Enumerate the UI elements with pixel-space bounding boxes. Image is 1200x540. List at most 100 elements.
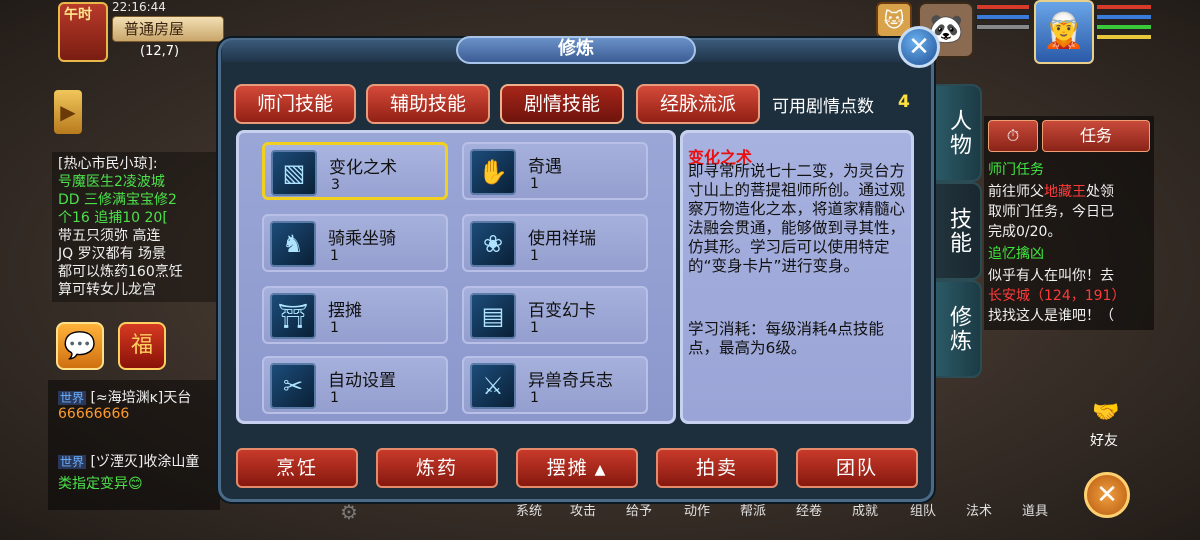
tab-character[interactable]: 人物 — [934, 84, 982, 182]
quest-title[interactable]: 追忆擒凶 — [988, 244, 1044, 264]
skill-level: 1 — [530, 248, 539, 264]
quest-title[interactable]: 师门任务 — [988, 160, 1044, 180]
tab-skills[interactable]: 技能 — [934, 182, 982, 280]
chevron-up-icon: ▲ — [594, 462, 608, 478]
skill-auspicious[interactable]: ❀ 使用祥瑞 1 — [462, 214, 648, 272]
room-coords: (12,7) — [140, 44, 180, 59]
skill-name: 摆摊 — [328, 301, 362, 321]
menu-item-give[interactable]: 给予 — [626, 500, 652, 519]
menu-item-guild[interactable]: 帮派 — [740, 500, 766, 519]
skill-riding[interactable]: ♞ 骑乘坐骑 1 — [262, 214, 448, 272]
skill-stall[interactable]: ⛩ 摆摊 1 — [262, 286, 448, 344]
quest-location-link[interactable]: 长安城（124，191） — [988, 286, 1125, 306]
skill-name: 奇遇 — [528, 157, 562, 177]
sword-icon: ⚔ — [470, 363, 516, 409]
auction-button[interactable]: 拍卖 — [656, 448, 778, 488]
menu-item-spell[interactable]: 法术 — [966, 500, 992, 519]
gear-icon[interactable]: ⚙ — [340, 500, 358, 524]
hand-icon: ✋ — [470, 149, 516, 195]
stall-button-label: 摆摊 — [546, 457, 589, 479]
world-channel-tag: 世界 — [58, 455, 87, 469]
world-chat-text: 类指定变异😊 — [58, 476, 143, 492]
clock-label: 22:16:44 — [112, 0, 166, 14]
tab-cultivation[interactable]: 修炼 — [934, 280, 982, 378]
description-body: 即寻常所说七十二变，为灵台方寸山上的菩提祖师所创。通过观察万物造化之本，将道家精… — [688, 162, 906, 275]
transformation-icon: ▧ — [271, 150, 317, 196]
room-name: 普通房屋 — [124, 20, 185, 38]
close-menu-icon[interactable]: ✕ — [1084, 472, 1130, 518]
stall-button[interactable]: 摆摊 ▲ — [516, 448, 638, 488]
world-chat-user[interactable]: [≈海培渊ĸ]天台 — [90, 390, 191, 406]
fortune-icon[interactable]: 福 — [118, 322, 166, 370]
world-chat-message: 世界 [≈海培渊ĸ]天台 — [58, 390, 191, 406]
quest-text: 完成0/20。 — [988, 224, 1062, 240]
skill-beast-weapons[interactable]: ⚔ 异兽奇兵志 1 — [462, 356, 648, 414]
quest-text: 找找这人是谁吧！（ — [988, 308, 1114, 324]
tab-meridian[interactable]: 经脉流派 — [636, 84, 760, 124]
player-status-bars — [1096, 4, 1152, 40]
story-points-label: 可用剧情点数 — [772, 97, 874, 117]
chat-line: JQ 罗汉都有 场景 — [58, 246, 167, 262]
timer-icon[interactable]: ⏱ — [988, 120, 1038, 152]
quest-npc-link[interactable]: 地藏王 — [1044, 184, 1086, 200]
skill-name: 异兽奇兵志 — [528, 371, 613, 391]
bottom-menu: 系统 攻击 给予 动作 帮派 经卷 成就 组队 法术 道具 — [500, 500, 1070, 520]
pet-status-bars — [976, 4, 1030, 36]
menu-item-attack[interactable]: 攻击 — [570, 500, 596, 519]
skill-level: 1 — [330, 390, 339, 406]
quest-tab-button[interactable]: 任务 — [1042, 120, 1150, 152]
chat-line: DD 三修满宝宝修2 — [58, 192, 177, 208]
skill-auto-settings[interactable]: ✂ 自动设置 1 — [262, 356, 448, 414]
horse-icon: ♞ — [270, 221, 316, 267]
menu-item-achievement[interactable]: 成就 — [852, 500, 878, 519]
tab-support-skills[interactable]: 辅助技能 — [366, 84, 490, 124]
skill-encounter[interactable]: ✋ 奇遇 1 — [462, 142, 648, 200]
chat-bubble-icon[interactable]: 💬 — [56, 322, 104, 370]
story-points-value: 4 — [898, 92, 910, 112]
skill-name: 自动设置 — [328, 371, 396, 391]
chat-line: 带五只须弥 高连 — [58, 228, 161, 244]
skill-name: 使用祥瑞 — [528, 229, 596, 249]
skill-magic-card[interactable]: ▤ 百变幻卡 1 — [462, 286, 648, 344]
tab-school-skills[interactable]: 师门技能 — [234, 84, 356, 124]
chat-line: 都可以炼药160烹饪 — [58, 264, 183, 280]
alchemy-button[interactable]: 炼药 — [376, 448, 498, 488]
world-chat-user[interactable]: [ヅ湮灭]收涂山童 — [90, 454, 199, 470]
skill-name: 骑乘坐骑 — [328, 229, 396, 249]
description-cost: 学习消耗：每级消耗4点技能点，最高为6级。 — [688, 320, 884, 357]
player-portrait-icon[interactable]: 🧝 — [1034, 0, 1094, 64]
dialog-title: 修炼 — [558, 38, 594, 59]
crossed-swords-icon: ✂ — [270, 363, 316, 409]
skill-name: 变化之术 — [329, 158, 397, 178]
cooking-button[interactable]: 烹饪 — [236, 448, 358, 488]
skill-level: 1 — [330, 320, 339, 336]
time-of-day-label: 午时 — [64, 7, 92, 23]
card-icon: ▤ — [470, 293, 516, 339]
chat-line: [热心市民小琼]: — [58, 156, 158, 172]
world-channel-tag: 世界 — [58, 391, 87, 405]
menu-item-team[interactable]: 组队 — [910, 500, 936, 519]
chat-line: 算可转女儿龙宫 — [58, 282, 156, 298]
quest-text: 取师门任务，今日已 — [988, 204, 1114, 220]
skill-level: 3 — [331, 177, 340, 193]
quest-text-part: 前往师父 — [988, 184, 1044, 200]
tab-skills-label: 技能 — [946, 207, 971, 255]
friends-icon[interactable]: 🤝 — [1086, 400, 1126, 430]
tab-story-skills[interactable]: 剧情技能 — [500, 84, 624, 124]
skill-transformation[interactable]: ▧ 变化之术 3 — [262, 142, 448, 200]
expand-arrow-icon[interactable]: ▶ — [54, 90, 82, 134]
menu-item-system[interactable]: 系统 — [516, 500, 542, 519]
menu-item-action[interactable]: 动作 — [684, 500, 710, 519]
quest-text: 似乎有人在叫你！去 — [988, 268, 1114, 284]
team-button[interactable]: 团队 — [796, 448, 918, 488]
menu-item-items[interactable]: 道具 — [1022, 500, 1048, 519]
skill-level: 1 — [530, 320, 539, 336]
skill-name: 百变幻卡 — [528, 301, 596, 321]
skill-level: 1 — [530, 176, 539, 192]
tab-character-label: 人物 — [946, 109, 971, 157]
close-icon[interactable]: ✕ — [898, 26, 940, 68]
friends-label: 好友 — [1090, 433, 1118, 449]
menu-item-scroll[interactable]: 经卷 — [796, 500, 822, 519]
quest-text: 前往师父地藏王处领 — [988, 182, 1114, 202]
tab-cultivation-label: 修炼 — [946, 305, 971, 353]
